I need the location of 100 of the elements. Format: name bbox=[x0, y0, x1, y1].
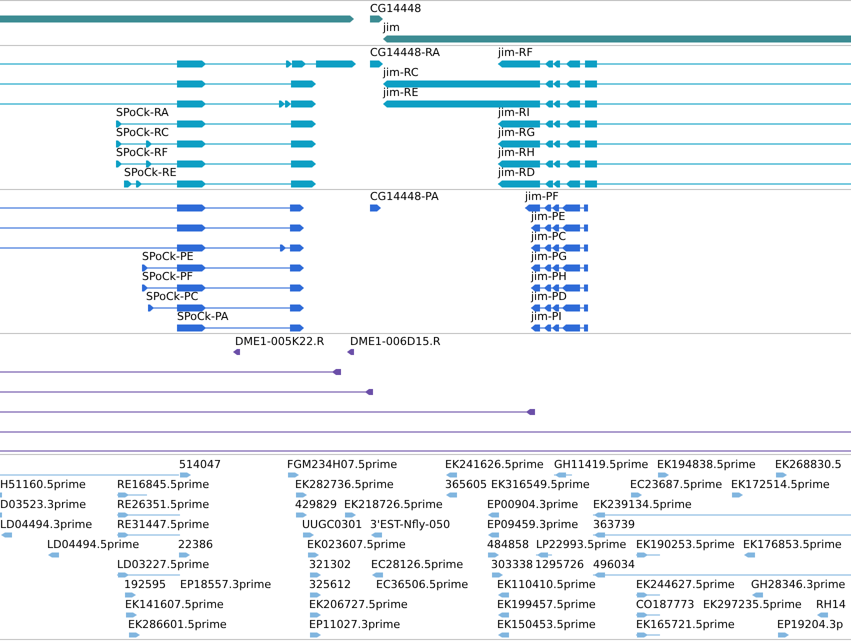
feature-label: EK268830.5 bbox=[775, 458, 842, 472]
feature-label: SPoCk-RE bbox=[124, 166, 177, 180]
protein-drawing bbox=[531, 264, 588, 272]
protein-drawing bbox=[531, 284, 588, 292]
est-drawing bbox=[179, 552, 190, 558]
feature-label: EK218726.5prime bbox=[344, 498, 443, 512]
feature-label: EK199457.5prime bbox=[497, 598, 596, 612]
feature-label: EK165721.5prime bbox=[636, 618, 735, 632]
est-drawing bbox=[498, 612, 509, 618]
feature-label: jim-RC bbox=[383, 66, 419, 80]
est-drawing bbox=[371, 532, 382, 538]
feature-label: EK206727.5prime bbox=[309, 598, 408, 612]
feature-label: LD03227.5prime bbox=[117, 558, 210, 572]
feature-label: EK286601.5prime bbox=[128, 618, 227, 632]
feature-label: DME1-005K22.R bbox=[235, 335, 324, 349]
feature-label: 365605 bbox=[445, 478, 487, 492]
feature-label: EK023607.5prime bbox=[307, 538, 406, 552]
feature-label: GH28346.3prime bbox=[751, 578, 846, 592]
feature-label: 325612 bbox=[309, 578, 351, 592]
est-drawing bbox=[776, 472, 787, 478]
feature-label: jim-PC bbox=[531, 230, 566, 244]
feature-label: EP09459.3prime bbox=[487, 518, 578, 532]
feature-label: CG14448 bbox=[370, 2, 422, 16]
feature-label: jim-PD bbox=[531, 290, 567, 304]
est-drawing bbox=[296, 492, 307, 498]
est-drawing bbox=[303, 532, 314, 538]
est-drawing bbox=[1, 532, 12, 538]
est-drawing bbox=[125, 592, 136, 598]
feature-label: SPoCk-RA bbox=[116, 106, 169, 120]
feature-label: LD04494.5prime bbox=[47, 538, 140, 552]
est-drawing bbox=[732, 492, 743, 498]
est-drawing bbox=[636, 552, 660, 558]
feature-label: SPoCk-PC bbox=[146, 290, 198, 304]
feature-label: EK282736.5prime bbox=[295, 478, 394, 492]
feature-label: EC28126.5prime bbox=[371, 558, 464, 572]
feature-label: UUGC0301 bbox=[302, 518, 362, 532]
est-drawing bbox=[308, 552, 319, 558]
feature-label: SPoCk-RF bbox=[116, 146, 168, 160]
feature-label: jim-RH bbox=[498, 146, 535, 160]
est-drawing bbox=[488, 532, 499, 538]
est-drawing bbox=[488, 512, 499, 518]
feature-label: jim bbox=[383, 21, 400, 35]
feature-label: EC23687.5prime bbox=[630, 478, 722, 492]
feature-label: FGM234H07.5prime bbox=[287, 458, 398, 472]
feature-label: jim-RI bbox=[498, 106, 530, 120]
est-drawing bbox=[492, 572, 503, 578]
feature-label: H51160.5prime bbox=[0, 478, 86, 492]
feature-label: 1295726 bbox=[535, 558, 584, 572]
feature-label: EK172514.5prime bbox=[731, 478, 830, 492]
feature-label: EK316549.5prime bbox=[491, 478, 590, 492]
est-drawing bbox=[446, 472, 457, 478]
est-drawing bbox=[817, 612, 828, 618]
est-drawing bbox=[310, 612, 321, 618]
protein-drawing bbox=[531, 244, 588, 252]
feature-label: EK150453.5prime bbox=[497, 618, 596, 632]
protein-drawing bbox=[531, 224, 588, 232]
feature-label: jim-PF bbox=[525, 190, 559, 204]
est-drawing bbox=[345, 512, 356, 518]
feature-label: 3'EST-Nfly-050 bbox=[370, 518, 450, 532]
feature-label: 192595 bbox=[124, 578, 166, 592]
feature-label: RE16845.5prime bbox=[117, 478, 210, 492]
transcript-drawing bbox=[370, 60, 383, 68]
feature-label: jim-PH bbox=[531, 270, 567, 284]
feature-label: EP19204.3p bbox=[777, 618, 844, 632]
gene-drawing bbox=[370, 16, 383, 22]
feature-label: jim-RD bbox=[498, 166, 535, 180]
est-drawing bbox=[372, 572, 383, 578]
protein-drawing bbox=[525, 204, 588, 212]
protein-drawing bbox=[531, 304, 588, 312]
est-drawing bbox=[310, 592, 321, 598]
est-drawing bbox=[446, 492, 457, 498]
est-drawing bbox=[631, 492, 642, 498]
feature-label: GH11419.5prime bbox=[554, 458, 648, 472]
feature-label: 22386 bbox=[178, 538, 213, 552]
feature-label: jim-PE bbox=[531, 210, 566, 224]
feature-label: EK239134.5prime bbox=[593, 498, 692, 512]
est-drawing bbox=[498, 592, 509, 598]
feature-label: SPoCk-PF bbox=[142, 270, 193, 284]
est-drawing bbox=[117, 532, 180, 538]
est-drawing bbox=[117, 492, 147, 498]
feature-label: EP11027.3prime bbox=[309, 618, 400, 632]
feature-label: jim-RG bbox=[498, 126, 535, 140]
feature-label: EK244627.5prime bbox=[636, 578, 735, 592]
feature-label: 429829 bbox=[295, 498, 337, 512]
est-drawing bbox=[636, 612, 660, 618]
feature-label: EK241626.5prime bbox=[445, 458, 544, 472]
protein-drawing bbox=[531, 324, 588, 332]
feature-label: 321302 bbox=[309, 558, 351, 572]
feature-label: EK297235.5prime bbox=[703, 598, 802, 612]
feature-label: EK110410.5prime bbox=[497, 578, 596, 592]
est-drawing bbox=[288, 472, 299, 478]
feature-label: CG14448-PA bbox=[370, 190, 439, 204]
feature-label: SPoCk-PE bbox=[142, 250, 194, 264]
feature-label: LP22993.5prime bbox=[536, 538, 626, 552]
est-drawing bbox=[744, 552, 755, 558]
feature-label: 514047 bbox=[179, 458, 221, 472]
feature-label: SPoCk-RC bbox=[116, 126, 169, 140]
feature-label: 363739 bbox=[593, 518, 635, 532]
est-drawing bbox=[296, 512, 307, 518]
clone-drawing bbox=[347, 349, 354, 355]
